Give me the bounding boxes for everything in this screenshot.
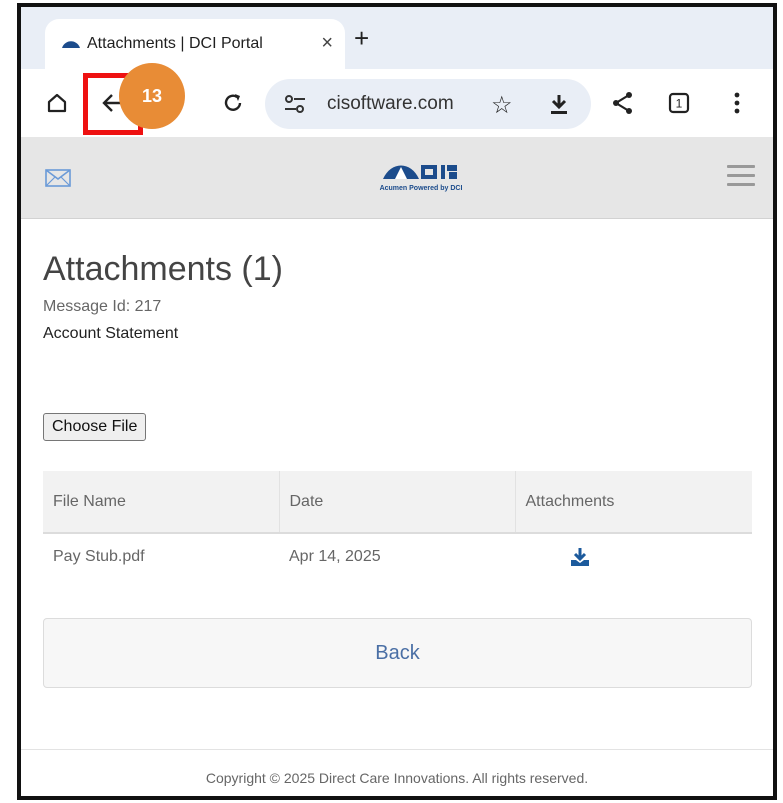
more-menu-button[interactable] (721, 87, 753, 119)
date-cell: Apr 14, 2025 (289, 547, 381, 565)
logo-mark (383, 165, 457, 179)
dci-favicon-icon (62, 41, 80, 48)
page-title: Attachments (1) (43, 250, 283, 288)
dci-logo[interactable]: Acumen Powered by DCI (361, 157, 481, 197)
tab-strip: Attachments | DCI Portal × + (21, 7, 773, 69)
browser-tab[interactable]: Attachments | DCI Portal × (45, 19, 345, 69)
column-header-attachments: Attachments (515, 471, 752, 534)
hamburger-menu-icon[interactable] (727, 165, 755, 187)
download-icon[interactable] (547, 92, 571, 116)
table-row: Pay Stub.pdf Apr 14, 2025 (43, 533, 752, 579)
url-text[interactable]: cisoftware.com (327, 93, 454, 115)
share-icon (613, 92, 632, 114)
logo-tagline: Acumen Powered by DCI (379, 185, 463, 192)
reload-button[interactable] (217, 87, 249, 119)
screenshot-frame: Attachments | DCI Portal × + cisoftware.… (17, 3, 777, 800)
reload-icon (224, 94, 242, 111)
tab-switcher-button[interactable]: 1 (663, 87, 695, 119)
footer: Copyright © 2025 Direct Care Innovations… (21, 749, 773, 796)
message-id: Message Id: 217 (43, 298, 162, 315)
more-menu-icon (734, 92, 740, 114)
address-bar[interactable]: cisoftware.com ☆ (265, 79, 591, 129)
tab-title: Attachments | DCI Portal (87, 35, 263, 52)
app-header: Acumen Powered by DCI (21, 137, 773, 219)
attachment-cell (515, 533, 752, 579)
site-settings-icon[interactable] (283, 94, 307, 114)
message-subject: Account Statement (43, 325, 179, 342)
column-header-date: Date (279, 471, 516, 534)
new-tab-button[interactable]: + (354, 25, 369, 51)
tab-count: 1 (676, 97, 683, 111)
share-button[interactable] (607, 87, 639, 119)
step-badge: 13 (119, 63, 185, 129)
choose-file-button[interactable]: Choose File (43, 413, 147, 441)
tab-switcher-icon: 1 (668, 92, 690, 114)
home-button[interactable] (41, 87, 73, 119)
tab-close-button[interactable]: × (321, 32, 333, 55)
copyright-text: Copyright © 2025 Direct Care Innovations… (205, 770, 589, 786)
column-header-file-name: File Name (43, 471, 280, 534)
star-icon[interactable]: ☆ (491, 91, 513, 120)
back-button[interactable]: Back (43, 618, 752, 688)
home-icon (47, 93, 67, 113)
attachments-table: File Name Date Attachments Pay Stub.pdf … (43, 471, 752, 579)
table-header-row: File Name Date Attachments (43, 471, 752, 534)
file-name-cell: Pay Stub.pdf (53, 547, 145, 565)
mail-icon[interactable] (45, 169, 71, 187)
file-download-icon[interactable] (569, 546, 591, 568)
